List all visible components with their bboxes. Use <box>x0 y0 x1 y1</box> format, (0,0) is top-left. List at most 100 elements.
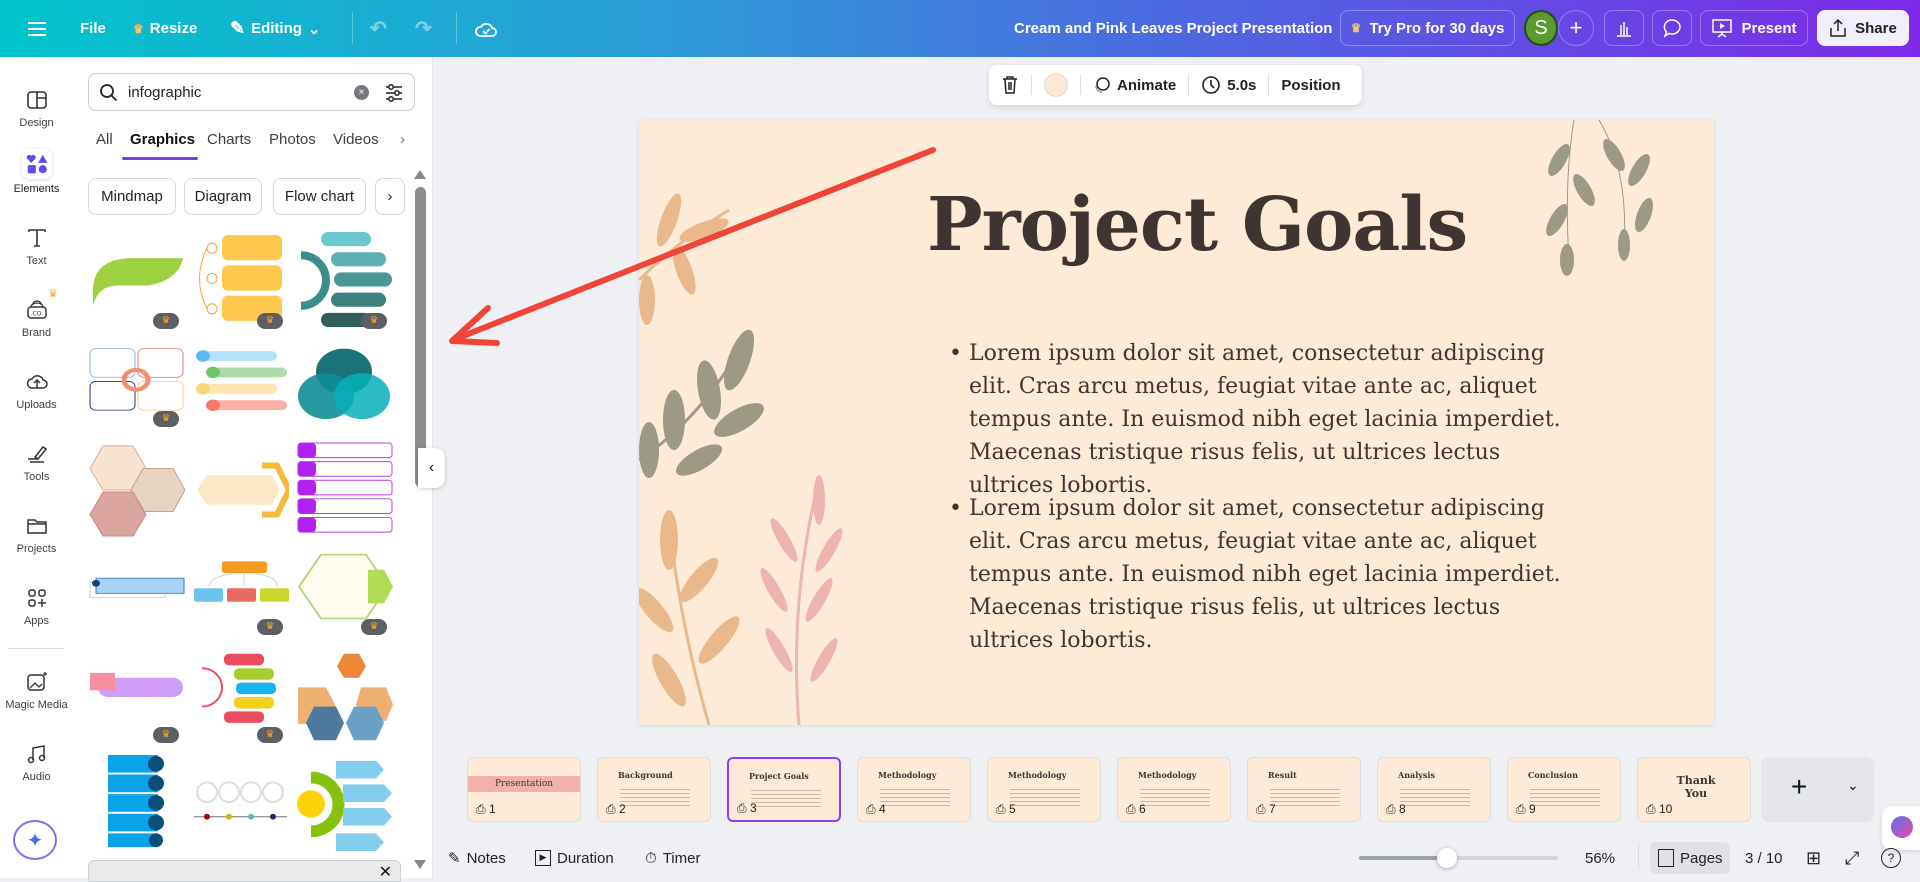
slide-title[interactable]: Project Goals <box>927 182 1468 268</box>
rail-tools[interactable]: Tools <box>0 441 73 483</box>
page-thumbnail[interactable]: Methodology ⎙ 4 <box>857 757 971 822</box>
graphic-item[interactable]: ♛ <box>88 649 185 745</box>
chips-scroll-right-icon[interactable]: › <box>375 178 405 215</box>
graphic-item[interactable]: ♛ <box>192 230 289 331</box>
graphic-item[interactable] <box>296 441 393 539</box>
rail-projects[interactable]: Projects <box>0 513 73 555</box>
redo-icon[interactable]: ↷ <box>415 0 432 57</box>
rail-label: Uploads <box>16 399 57 411</box>
undo-icon[interactable]: ↶ <box>370 0 387 57</box>
rail-magic-media[interactable]: Magic Media <box>0 669 73 711</box>
timer-button[interactable]: ⏱ Timer <box>645 846 700 870</box>
scrollbar-thumb[interactable] <box>415 187 426 487</box>
collapse-panel-button[interactable]: ‹ <box>418 448 445 488</box>
document-title[interactable]: Cream and Pink Leaves Project Presentati… <box>1014 0 1332 57</box>
tab-photos[interactable]: Photos <box>269 131 316 148</box>
graphic-item[interactable] <box>296 753 393 851</box>
duration-button[interactable]: 5.0s <box>1201 75 1256 95</box>
rail-elements[interactable]: Elements <box>0 149 73 195</box>
comment-button[interactable] <box>1652 10 1692 46</box>
rail-text[interactable]: Text <box>0 225 73 267</box>
scroll-up-arrow-icon[interactable] <box>414 170 426 179</box>
thumbnail-text-lines <box>1530 786 1600 808</box>
rail-audio[interactable]: Audio <box>0 741 73 783</box>
notes-button[interactable]: ✎ Notes <box>448 846 506 870</box>
tabs-scroll-right-icon[interactable]: › <box>400 131 405 148</box>
page-thumbnail[interactable]: Result ⎙ 7 <box>1247 757 1361 822</box>
tab-charts[interactable]: Charts <box>207 131 251 148</box>
divider <box>1638 842 1639 870</box>
tab-graphics[interactable]: Graphics <box>130 131 195 148</box>
slide-bullet[interactable]: Lorem ipsum dolor sit amet, consectetur … <box>949 337 1589 502</box>
position-button[interactable]: Position <box>1281 77 1340 94</box>
share-button[interactable]: Share <box>1817 10 1909 46</box>
graphic-item[interactable]: ♛ <box>192 553 289 637</box>
cloud-saved-icon[interactable] <box>474 0 498 57</box>
avatar[interactable]: S <box>1524 10 1558 46</box>
page-thumbnail[interactable]: Presentation ⎙ 1 <box>467 757 581 822</box>
search-input[interactable]: infographic × <box>88 73 415 111</box>
duration-button[interactable]: ▶ Duration <box>535 846 614 870</box>
graphic-item[interactable] <box>192 441 293 539</box>
rail-brand[interactable]: ♛ CO Brand <box>0 288 73 339</box>
graphic-item[interactable] <box>88 553 185 637</box>
rail-uploads[interactable]: Uploads <box>0 369 73 411</box>
page-thumbnail[interactable]: Conclusion ⎙ 9 <box>1507 757 1621 822</box>
clear-search-icon[interactable]: × <box>354 85 369 100</box>
graphic-item[interactable]: ♛ <box>296 553 393 637</box>
tab-all[interactable]: All <box>96 131 113 148</box>
zoom-level[interactable]: 56% <box>1585 846 1615 870</box>
graphic-item[interactable] <box>192 753 289 851</box>
add-collaborator-button[interactable]: + <box>1558 10 1594 46</box>
graphic-item[interactable]: ♛ <box>296 230 393 331</box>
tab-videos[interactable]: Videos <box>333 131 379 148</box>
graphic-item[interactable] <box>88 441 186 539</box>
page-thumbnail[interactable]: Thank You ⎙ 10 <box>1637 757 1751 822</box>
slide-canvas[interactable]: Project Goals Lorem ipsum dolor sit amet… <box>639 120 1714 725</box>
close-icon[interactable]: ✕ <box>379 862 392 882</box>
editing-dropdown[interactable]: ✎ Editing ⌄ <box>230 0 321 57</box>
file-menu[interactable]: File <box>80 0 106 57</box>
avatar-initial: S <box>1534 17 1548 39</box>
page-thumbnail[interactable]: Analysis ⎙ 8 <box>1377 757 1491 822</box>
try-pro-button[interactable]: ♛ Try Pro for 30 days <box>1340 10 1515 46</box>
background-color-swatch[interactable] <box>1044 73 1068 97</box>
help-button[interactable]: ? <box>1881 846 1901 870</box>
graphic-item[interactable] <box>296 649 393 745</box>
rail-apps[interactable]: Apps <box>0 585 73 627</box>
grid-view-icon[interactable]: ⊞ <box>1806 846 1821 870</box>
add-page-button[interactable]: + ⌄ <box>1761 757 1874 822</box>
slide-bullet[interactable]: Lorem ipsum dolor sit amet, consectetur … <box>949 492 1589 657</box>
fullscreen-icon[interactable]: ⤢ <box>1845 846 1859 870</box>
page-thumbnail[interactable]: Project Goals ⎙ 3 <box>727 757 841 822</box>
assistant-widget[interactable] <box>1882 806 1920 850</box>
pages-button[interactable]: Pages <box>1650 842 1730 874</box>
page-thumbnail[interactable]: Methodology ⎙ 5 <box>987 757 1101 822</box>
graphic-item[interactable]: ♛ <box>88 230 185 331</box>
graphic-item[interactable] <box>88 753 185 851</box>
resize-button[interactable]: ♛ Resize <box>133 0 197 57</box>
chip-flow-chart[interactable]: Flow chart <box>273 178 366 215</box>
document-title-text: Cream and Pink Leaves Project Presentati… <box>1014 20 1333 37</box>
chip-mindmap[interactable]: Mindmap <box>88 178 176 215</box>
chevron-down-icon[interactable]: ⌄ <box>1847 777 1859 794</box>
present-button[interactable]: Present <box>1700 10 1808 46</box>
rail-design[interactable]: Design <box>0 87 73 129</box>
animate-button[interactable]: Animate <box>1093 76 1176 94</box>
filter-icon[interactable] <box>383 82 405 104</box>
zoom-slider-handle[interactable] <box>1436 848 1457 868</box>
graphic-item[interactable]: ♛ <box>192 649 289 745</box>
page-thumbnail[interactable]: Background ⎙ 2 <box>597 757 711 822</box>
magic-assistant-button[interactable]: ✦ <box>13 820 57 860</box>
graphic-item[interactable]: ♛ <box>88 347 185 429</box>
chip-diagram[interactable]: Diagram <box>184 178 262 215</box>
scroll-down-arrow-icon[interactable] <box>414 860 426 869</box>
insights-button[interactable] <box>1604 10 1644 46</box>
pen-tool-icon <box>27 445 47 463</box>
graphic-item[interactable] <box>296 347 393 429</box>
trash-icon[interactable] <box>1001 75 1019 95</box>
zoom-slider[interactable] <box>1359 848 1558 868</box>
page-thumbnail[interactable]: Methodology ⎙ 6 <box>1117 757 1231 822</box>
graphic-item[interactable] <box>192 347 289 429</box>
menu-icon[interactable] <box>26 0 48 57</box>
